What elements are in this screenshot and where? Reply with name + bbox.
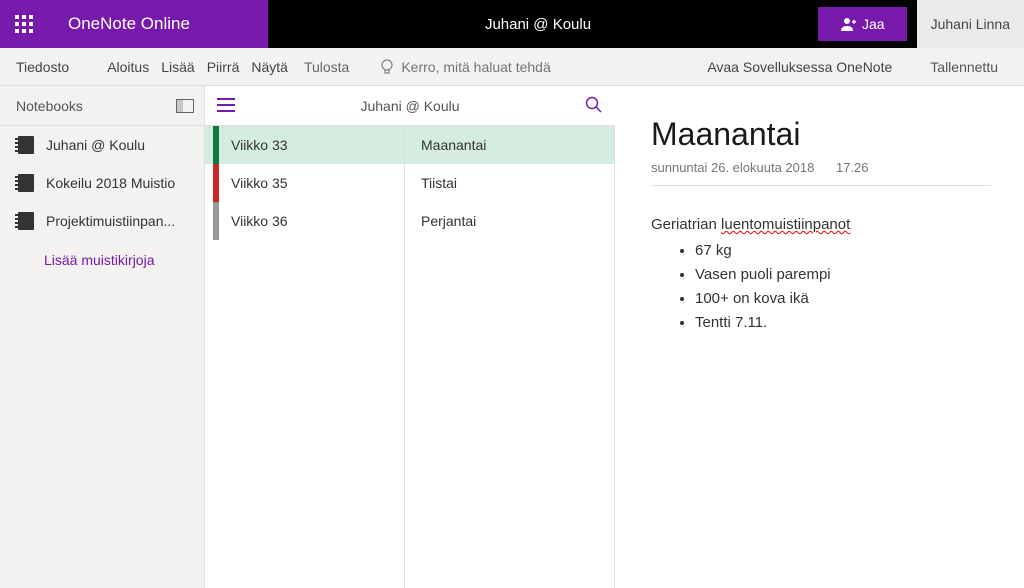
page-date: sunnuntai 26. elokuuta 2018 — [651, 160, 814, 175]
share-button[interactable]: Jaa — [816, 5, 909, 43]
section-item[interactable]: Viikko 35 — [205, 164, 404, 202]
app-launcher[interactable] — [0, 0, 48, 48]
lightbulb-icon — [379, 59, 395, 75]
notebook-label: Projektimuistiinpan... — [46, 213, 175, 229]
mid-header-title: Juhani @ Koulu — [360, 98, 459, 114]
bullet-item: Vasen puoli parempi — [695, 263, 994, 287]
note-body[interactable]: Geriatrian luentomuistiinpanot 67 kgVase… — [651, 216, 994, 335]
bullet-item: 67 kg — [695, 239, 994, 263]
panel-toggle[interactable] — [176, 99, 194, 113]
section-label: Viikko 35 — [231, 175, 288, 191]
notebook-item[interactable]: Kokeilu 2018 Muistio — [0, 164, 204, 202]
search-button[interactable] — [585, 96, 603, 117]
page-title[interactable]: Maanantai — [651, 116, 994, 153]
share-label: Jaa — [862, 16, 885, 32]
notebook-item[interactable]: Projektimuistiinpan... — [0, 202, 204, 240]
person-plus-icon — [840, 16, 856, 32]
section-color-tab — [213, 202, 219, 240]
panel-icon — [176, 99, 194, 113]
section-label: Viikko 36 — [231, 213, 288, 229]
notebook-label: Juhani @ Koulu — [46, 137, 145, 153]
menu-view[interactable]: Näytä — [247, 55, 292, 79]
section-color-tab — [213, 126, 219, 164]
page-label: Tiistai — [421, 175, 457, 191]
page-item[interactable]: Tiistai — [405, 164, 614, 202]
section-label: Viikko 33 — [231, 137, 288, 153]
section-item[interactable]: Viikko 33 — [205, 126, 404, 164]
bullet-item: 100+ on kova ikä — [695, 287, 994, 311]
menu-print[interactable]: Tulosta — [296, 55, 357, 79]
search-icon — [585, 96, 603, 114]
page-item[interactable]: Maanantai — [405, 126, 614, 164]
notebooks-header: Notebooks — [16, 98, 83, 114]
bullet-item: Tentti 7.11. — [695, 311, 994, 335]
user-name[interactable]: Juhani Linna — [917, 0, 1024, 48]
page-label: Perjantai — [421, 213, 476, 229]
notebook-icon — [18, 212, 34, 230]
notebook-item[interactable]: Juhani @ Koulu — [0, 126, 204, 164]
hamburger-icon — [217, 98, 235, 112]
page-date-line: sunnuntai 26. elokuuta 2018 17.26 — [651, 160, 991, 186]
notebook-icon — [18, 136, 34, 154]
section-item[interactable]: Viikko 36 — [205, 202, 404, 240]
note-heading: Geriatrian luentomuistiinpanot — [651, 216, 994, 233]
menu-draw[interactable]: Piirrä — [203, 55, 244, 79]
page-item[interactable]: Perjantai — [405, 202, 614, 240]
nav-toggle[interactable] — [217, 98, 235, 115]
saved-status: Tallennettu — [912, 55, 1016, 79]
app-name[interactable]: OneNote Online — [48, 0, 268, 48]
add-notebook-link[interactable]: Lisää muistikirjoja — [0, 240, 204, 280]
notebook-icon — [18, 174, 34, 192]
page-label: Maanantai — [421, 137, 486, 153]
document-title: Juhani @ Koulu — [268, 0, 808, 48]
tell-me-input[interactable] — [401, 59, 581, 75]
menu-file[interactable]: Tiedosto — [8, 55, 77, 79]
waffle-icon — [15, 15, 33, 33]
notebook-label: Kokeilu 2018 Muistio — [46, 175, 175, 191]
open-in-desktop[interactable]: Avaa Sovelluksessa OneNote — [691, 55, 908, 79]
page-time: 17.26 — [836, 160, 869, 175]
section-color-tab — [213, 164, 219, 202]
menu-home[interactable]: Aloitus — [103, 55, 153, 79]
menu-insert[interactable]: Lisää — [157, 55, 198, 79]
